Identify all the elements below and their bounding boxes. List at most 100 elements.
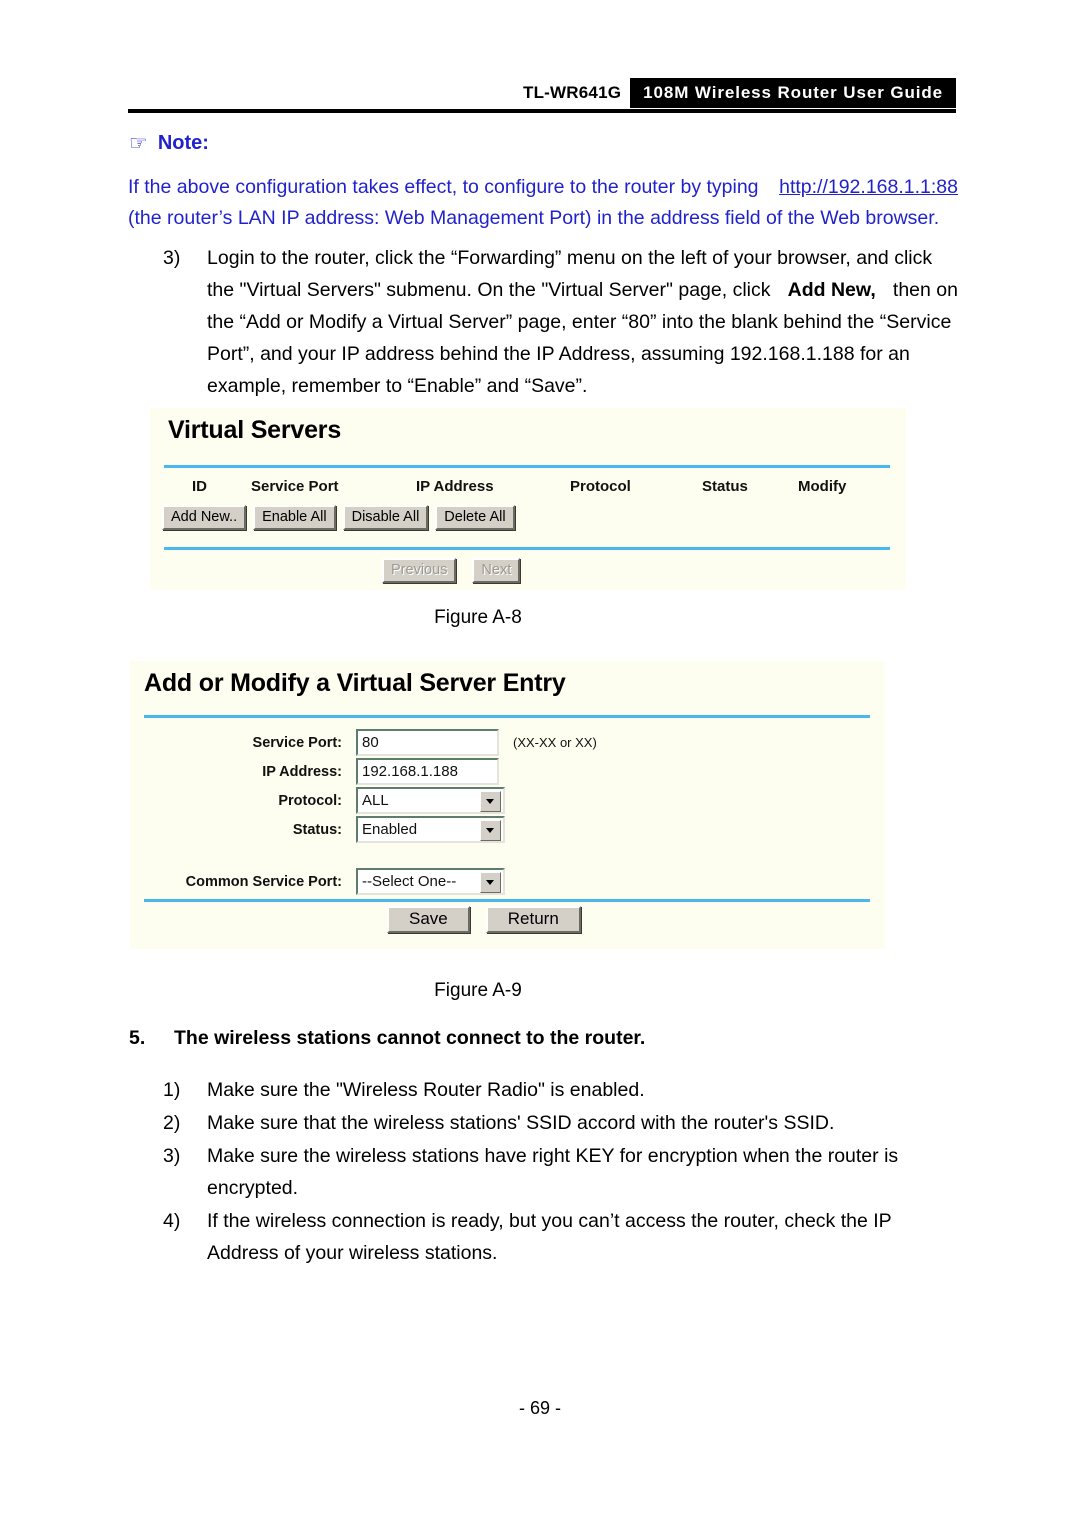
status-select[interactable]: Enabled: [356, 816, 505, 843]
list-marker: 1): [163, 1079, 181, 1101]
previous-button[interactable]: Previous: [382, 558, 457, 583]
item2-line-1: Make sure that the wireless stations' SS…: [207, 1112, 835, 1134]
save-button[interactable]: Save: [387, 906, 470, 933]
step3-line-1-text: Login to the router, click the “Forwardi…: [207, 247, 933, 269]
field-row-protocol: Protocol: ALL: [130, 787, 505, 814]
add-new-button[interactable]: Add New..: [162, 505, 247, 530]
delete-all-button[interactable]: Delete All: [435, 505, 515, 530]
list-marker: 4): [163, 1210, 181, 1232]
chevron-down-icon[interactable]: [480, 820, 501, 841]
divider-top: [164, 465, 890, 468]
section-5-number: 5.: [129, 1027, 146, 1049]
list-marker: 3): [163, 1145, 181, 1167]
note-line-1-text: If the above configuration takes effect,…: [128, 176, 759, 198]
section5-item-3: 3) Make sure the wireless stations have …: [163, 1140, 958, 1204]
step-item-3: 3) Login to the router, click the “Forwa…: [163, 242, 958, 402]
list-body: If the wireless connection is ready, but…: [207, 1205, 958, 1269]
divider-bottom: [164, 547, 890, 550]
step3-line-2: the "Virtual Servers" submenu. On the "V…: [207, 274, 958, 306]
form-action-buttons: Save Return: [387, 906, 581, 933]
section5-item-2: 2) Make sure that the wireless stations'…: [163, 1107, 958, 1139]
note-line-2: (the router’s LAN IP address: Web Manage…: [128, 207, 940, 229]
section-5-title: The wireless stations cannot connect to …: [174, 1027, 646, 1049]
ip-address-input[interactable]: 192.168.1.188: [356, 758, 499, 785]
divider-top: [144, 715, 870, 718]
running-header: TL-WR641G 108M Wireless Router User Guid…: [128, 78, 956, 113]
note-body: If the above configuration takes effect,…: [128, 172, 958, 234]
step-marker: 3): [163, 247, 181, 269]
step3-line-1: Login to the router, click the “Forwardi…: [207, 242, 958, 274]
section-5-heading: 5. The wireless stations cannot connect …: [129, 1027, 645, 1050]
header-model-name: TL-WR641G: [523, 83, 622, 102]
figure-a8-caption: Figure A-8: [434, 607, 522, 628]
note-url-link[interactable]: http://192.168.1.1:88: [779, 172, 958, 203]
column-header-modify: Modify: [798, 478, 847, 495]
common-service-port-select[interactable]: --Select One--: [356, 868, 505, 895]
field-row-ip-address: IP Address: 192.168.1.188: [130, 758, 499, 785]
field-row-common-service-port: Common Service Port: --Select One--: [130, 868, 505, 895]
common-service-port-label: Common Service Port:: [185, 873, 342, 890]
item4-line-1-text: If the wireless connection is ready, but…: [207, 1210, 892, 1232]
note-label: Note:: [157, 132, 209, 154]
protocol-select-value: ALL: [362, 792, 389, 809]
chevron-down-icon[interactable]: [480, 872, 501, 893]
section5-item-4: 4) If the wireless connection is ready, …: [163, 1205, 958, 1269]
item3-line-2: encrypted.: [207, 1177, 299, 1199]
figure-a9-caption: Figure A-9: [434, 980, 522, 1001]
virtual-servers-action-buttons: Add New.. Enable All Disable All Delete …: [162, 505, 515, 530]
protocol-label: Protocol:: [278, 792, 342, 809]
ip-address-label: IP Address:: [262, 763, 342, 780]
note-heading: ☞ Note:: [129, 132, 209, 155]
step3-line-4: Port”, and your IP address behind the IP…: [207, 338, 958, 370]
virtual-servers-pager: Previous Next: [382, 558, 521, 583]
add-modify-entry-title: Add or Modify a Virtual Server Entry: [144, 669, 566, 697]
column-header-service-port: Service Port: [251, 478, 339, 495]
step3-line-3-text: the “Add or Modify a Virtual Server” pag…: [207, 311, 952, 333]
step-body: Login to the router, click the “Forwardi…: [207, 242, 958, 402]
header-title-banner: 108M Wireless Router User Guide: [630, 78, 956, 108]
note-line-1: If the above configuration takes effect,…: [128, 172, 958, 203]
page-number: - 69 -: [518, 1398, 561, 1418]
chevron-down-icon[interactable]: [480, 791, 501, 812]
field-row-status: Status: Enabled: [130, 816, 505, 843]
list-body: Make sure the wireless stations have rig…: [207, 1140, 958, 1204]
status-select-value: Enabled: [362, 821, 418, 838]
next-button[interactable]: Next: [472, 558, 521, 583]
document-page: TL-WR641G 108M Wireless Router User Guid…: [0, 0, 1080, 1527]
item3-line-1-text: Make sure the wireless stations have rig…: [207, 1145, 899, 1167]
figure-a9-screenshot: Add or Modify a Virtual Server Entry Ser…: [130, 661, 885, 949]
service-port-label: Service Port:: [252, 734, 342, 751]
disable-all-button[interactable]: Disable All: [342, 505, 429, 530]
step3-line-2-b: then on: [892, 279, 958, 301]
divider-bottom: [144, 899, 870, 902]
header-rule: [128, 109, 956, 113]
list-body: Make sure the "Wireless Router Radio" is…: [207, 1074, 958, 1106]
column-header-ip-address: IP Address: [416, 478, 494, 495]
step3-line-5: example, remember to “Enable” and “Save”…: [207, 375, 588, 397]
column-header-status: Status: [702, 478, 748, 495]
step3-line-3: the “Add or Modify a Virtual Server” pag…: [207, 306, 958, 338]
common-service-port-value: --Select One--: [362, 873, 457, 890]
field-row-service-port: Service Port: 80 (XX-XX or XX): [130, 729, 597, 756]
item1-line-1: Make sure the "Wireless Router Radio" is…: [207, 1079, 645, 1101]
figure-a8-screenshot: Virtual Servers ID Service Port IP Addre…: [150, 408, 906, 590]
column-header-id: ID: [192, 478, 207, 495]
item4-line-1: If the wireless connection is ready, but…: [207, 1205, 958, 1237]
return-button[interactable]: Return: [485, 906, 581, 933]
section5-item-1: 1) Make sure the "Wireless Router Radio"…: [163, 1074, 958, 1106]
virtual-servers-title: Virtual Servers: [168, 416, 342, 444]
status-label: Status:: [292, 821, 342, 838]
protocol-select[interactable]: ALL: [356, 787, 505, 814]
enable-all-button[interactable]: Enable All: [253, 505, 336, 530]
step3-line-2-a: the "Virtual Servers" submenu. On the "V…: [207, 279, 771, 301]
service-port-input[interactable]: 80: [356, 729, 499, 756]
pointing-hand-icon: ☞: [129, 132, 148, 155]
list-body: Make sure that the wireless stations' SS…: [207, 1107, 958, 1139]
service-port-hint: (XX-XX or XX): [513, 735, 597, 750]
item3-line-1: Make sure the wireless stations have rig…: [207, 1140, 958, 1172]
column-header-protocol: Protocol: [570, 478, 631, 495]
item4-line-2: Address of your wireless stations.: [207, 1242, 498, 1264]
list-marker: 2): [163, 1112, 181, 1134]
step3-add-new-bold: Add New,: [787, 279, 876, 301]
step3-line-4-text: Port”, and your IP address behind the IP…: [207, 343, 910, 365]
